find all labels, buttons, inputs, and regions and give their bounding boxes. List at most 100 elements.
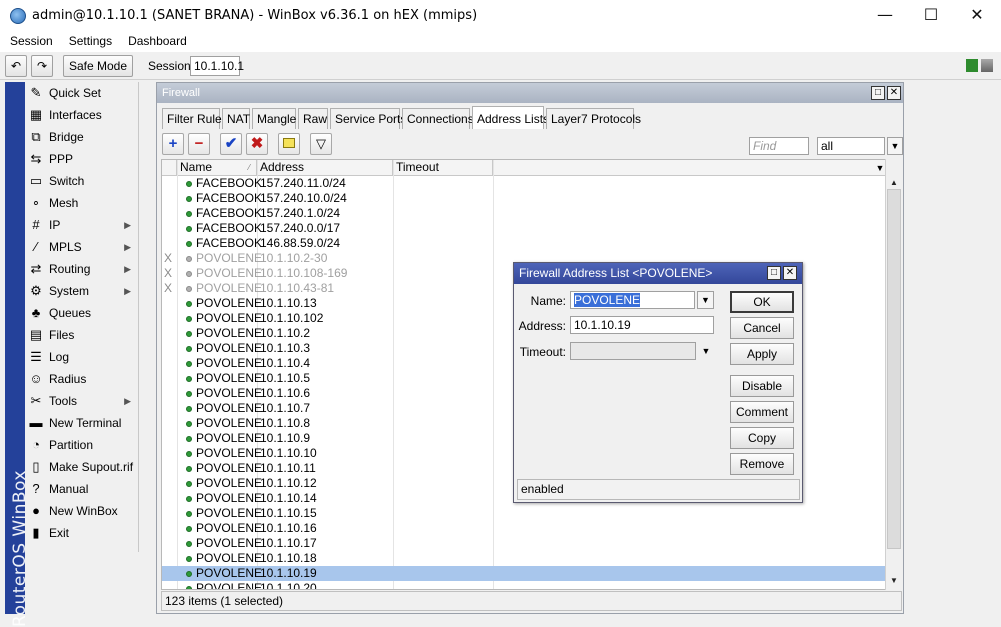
sidebar-item-mesh[interactable]: ∘ Mesh bbox=[25, 192, 139, 214]
tab-service-ports[interactable]: Service Ports bbox=[330, 108, 406, 129]
sort-icon: ⁄ bbox=[248, 163, 250, 172]
sidebar-item-log[interactable]: ☰ Log bbox=[25, 346, 139, 368]
name-dropdown-button[interactable]: ▼ bbox=[697, 291, 714, 309]
help-icon: ? bbox=[32, 481, 40, 496]
cell-address: 10.1.10.2 bbox=[260, 326, 311, 340]
sidebar-item-routing[interactable]: ⇄ Routing ▶ bbox=[25, 258, 139, 280]
column-header-address[interactable]: Address bbox=[257, 160, 393, 176]
sidebar-item-label: MPLS bbox=[49, 240, 82, 254]
table-scrollbar[interactable]: ▲ ▼ bbox=[885, 159, 902, 590]
sidebar-item-new-winbox[interactable]: ● New WinBox bbox=[25, 500, 139, 522]
redo-icon: ↷ bbox=[36, 59, 48, 73]
ppp-icon: ⇆ bbox=[30, 151, 42, 166]
table-row[interactable]: FACEBOOK 157.240.10.0/24 bbox=[162, 191, 886, 206]
remove-button[interactable]: Remove bbox=[730, 453, 794, 475]
undo-button[interactable]: ↶ bbox=[5, 55, 27, 77]
sidebar-item-partition[interactable]: ◔ Partition bbox=[25, 434, 139, 456]
dialog-close-button[interactable]: ✕ bbox=[783, 266, 797, 280]
cell-address: 10.1.10.13 bbox=[260, 296, 317, 310]
sidebar-item-queues[interactable]: ♣ Queues bbox=[25, 302, 139, 324]
lock-icon bbox=[981, 59, 993, 72]
scroll-down-icon[interactable]: ▼ bbox=[886, 573, 902, 589]
enable-button[interactable]: ✔ bbox=[220, 133, 242, 155]
timeout-dropdown-icon[interactable]: ▼ bbox=[700, 344, 712, 358]
table-row[interactable]: FACEBOOK 157.240.1.0/24 bbox=[162, 206, 886, 221]
sidebar-item-radius[interactable]: ☺ Radius bbox=[25, 368, 139, 390]
tab-mangle[interactable]: Mangle bbox=[252, 108, 296, 129]
sidebar-item-system[interactable]: ⚙ System ▶ bbox=[25, 280, 139, 302]
connection-indicator-icon bbox=[966, 59, 978, 72]
table-row[interactable]: POVOLENE 10.1.10.18 bbox=[162, 551, 886, 566]
sidebar-item-exit[interactable]: ▮ Exit bbox=[25, 522, 139, 544]
filter-button[interactable]: ▽ bbox=[310, 133, 332, 155]
comment-button[interactable] bbox=[278, 133, 300, 155]
table-row[interactable]: POVOLENE 10.1.10.15 bbox=[162, 506, 886, 521]
address-field[interactable]: 10.1.10.19 bbox=[570, 316, 714, 334]
sidebar-item-quick-set[interactable]: ✎ Quick Set bbox=[25, 82, 139, 104]
sidebar-item-ip[interactable]: # IP ▶ bbox=[25, 214, 139, 236]
tab-connections[interactable]: Connections bbox=[402, 108, 474, 129]
tab-layer7-protocols[interactable]: Layer7 Protocols bbox=[546, 108, 641, 129]
disable-button[interactable]: ✖ bbox=[246, 133, 268, 155]
dialog-restore-button[interactable]: □ bbox=[767, 266, 781, 280]
firewall-close-button[interactable]: ✕ bbox=[887, 86, 901, 100]
apply-button[interactable]: Apply bbox=[730, 343, 794, 365]
sidebar-item-manual[interactable]: ? Manual bbox=[25, 478, 139, 500]
add-button[interactable]: + bbox=[162, 133, 184, 155]
close-button[interactable]: ✕ bbox=[954, 0, 1000, 30]
sidebar-item-tools[interactable]: ✂ Tools ▶ bbox=[25, 390, 139, 412]
sidebar-item-files[interactable]: ▤ Files bbox=[25, 324, 139, 346]
ok-button[interactable]: OK bbox=[730, 291, 794, 313]
cell-address: 10.1.10.108-169 bbox=[260, 266, 348, 280]
firewall-restore-button[interactable]: □ bbox=[871, 86, 885, 100]
tab-filter-rules[interactable]: Filter Rules bbox=[162, 108, 228, 129]
status-dot-icon bbox=[186, 436, 192, 442]
disable-button[interactable]: Disable bbox=[730, 375, 794, 397]
sidebar-item-new-terminal[interactable]: ▬ New Terminal bbox=[25, 412, 139, 434]
filter-dropdown-button[interactable]: ▼ bbox=[887, 137, 903, 155]
cell-address: 10.1.10.2-30 bbox=[260, 251, 328, 265]
sidebar-item-bridge[interactable]: ⧉ Bridge bbox=[25, 126, 139, 148]
sidebar-item-switch[interactable]: ▭ Switch bbox=[25, 170, 139, 192]
copy-button[interactable]: Copy bbox=[730, 427, 794, 449]
table-row[interactable]: FACEBOOK 157.240.11.0/24 bbox=[162, 176, 886, 191]
comment-button[interactable]: Comment bbox=[730, 401, 794, 423]
menu-dashboard[interactable]: Dashboard bbox=[124, 32, 193, 50]
cell-address: 10.1.10.43-81 bbox=[260, 281, 335, 295]
table-row[interactable]: FACEBOOK 146.88.59.0/24 bbox=[162, 236, 886, 251]
tab-raw[interactable]: Raw bbox=[298, 108, 328, 129]
sidebar-item-make-supout-rif[interactable]: ▯ Make Supout.rif bbox=[25, 456, 139, 478]
dialog-status: enabled bbox=[517, 479, 800, 500]
minimize-button[interactable]: — bbox=[862, 0, 908, 30]
column-header-timeout[interactable]: Timeout bbox=[393, 160, 493, 176]
remove-button[interactable]: − bbox=[188, 133, 210, 155]
sidebar-item-interfaces[interactable]: ▦ Interfaces bbox=[25, 104, 139, 126]
timeout-field[interactable] bbox=[570, 342, 696, 360]
safe-mode-button[interactable]: Safe Mode bbox=[63, 55, 133, 77]
table-row[interactable]: POVOLENE 10.1.10.19 bbox=[162, 566, 886, 581]
routing-icon: ⇄ bbox=[30, 261, 42, 276]
redo-button[interactable]: ↷ bbox=[31, 55, 53, 77]
table-row[interactable]: POVOLENE 10.1.10.17 bbox=[162, 536, 886, 551]
name-field[interactable]: POVOLENE bbox=[570, 291, 695, 309]
tab-nat[interactable]: NAT bbox=[222, 108, 250, 129]
find-input[interactable]: Find bbox=[749, 137, 809, 155]
scroll-thumb[interactable] bbox=[887, 189, 901, 549]
cancel-button[interactable]: Cancel bbox=[730, 317, 794, 339]
undo-icon: ↶ bbox=[10, 59, 22, 73]
sidebar-item-mpls[interactable]: ⁄ MPLS ▶ bbox=[25, 236, 139, 258]
table-row[interactable]: FACEBOOK 157.240.0.0/17 bbox=[162, 221, 886, 236]
maximize-button[interactable]: ☐ bbox=[908, 0, 954, 30]
menu-settings[interactable]: Settings bbox=[65, 32, 118, 50]
column-header-name[interactable]: Name ⁄ bbox=[177, 160, 257, 176]
name-label: Name: bbox=[530, 294, 566, 308]
sidebar-item-label: Bridge bbox=[49, 130, 84, 144]
tab-address-lists[interactable]: Address Lists bbox=[472, 106, 549, 129]
table-row[interactable]: POVOLENE 10.1.10.20 bbox=[162, 581, 886, 589]
menu-session[interactable]: Session bbox=[6, 32, 59, 50]
sidebar-item-ppp[interactable]: ⇆ PPP bbox=[25, 148, 139, 170]
table-row[interactable]: POVOLENE 10.1.10.16 bbox=[162, 521, 886, 536]
filter-select[interactable]: all bbox=[817, 137, 885, 155]
status-dot-icon bbox=[186, 421, 192, 427]
cell-name: POVOLENE bbox=[196, 446, 263, 460]
